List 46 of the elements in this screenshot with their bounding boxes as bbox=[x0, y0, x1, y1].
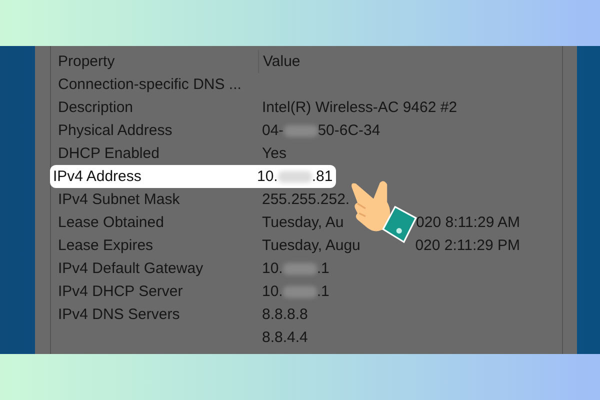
list-row[interactable]: Lease Obtained Tuesday, Au 020 8:11:29 AM bbox=[55, 211, 562, 234]
list-row[interactable]: Connection-specific DNS ... bbox=[55, 73, 562, 96]
property-value: 020 8:11:29 AM bbox=[416, 214, 520, 231]
list-row[interactable]: IPv4 DNS Servers 8.8.8.8 bbox=[55, 303, 562, 326]
list-row[interactable]: Lease Expires Tuesday, Augu 020 2:11:29 PM bbox=[55, 234, 562, 257]
list-row[interactable]: DHCP Enabled Yes bbox=[55, 142, 562, 165]
list-row[interactable]: IPv4 Default Gateway 10. .1 bbox=[55, 257, 562, 280]
blurred-value bbox=[284, 124, 318, 136]
property-name: IPv4 DHCP Server bbox=[58, 283, 183, 300]
property-value: 255.255.252. bbox=[262, 191, 350, 208]
property-value: .1 bbox=[316, 260, 330, 277]
blurred-value bbox=[282, 286, 317, 298]
property-value: .1 bbox=[316, 283, 330, 300]
blurred-value bbox=[282, 262, 317, 274]
property-name: Physical Address bbox=[58, 122, 172, 139]
property-value: 020 2:11:29 PM bbox=[415, 237, 520, 254]
property-name: IPv4 DNS Servers bbox=[58, 306, 180, 323]
property-value: Tuesday, Augu bbox=[262, 237, 360, 254]
blurred-value bbox=[278, 170, 312, 182]
property-value: Yes bbox=[262, 145, 286, 162]
column-header[interactable]: Value bbox=[259, 53, 521, 70]
property-value: 10. bbox=[262, 283, 283, 300]
property-name: IPv4 Address bbox=[53, 168, 142, 185]
property-value: 04- bbox=[262, 122, 284, 139]
property-name: IPv4 Default Gateway bbox=[58, 260, 204, 277]
list-row[interactable]: IPv4 DHCP Server 10. .1 bbox=[55, 280, 562, 303]
property-value: 10. bbox=[262, 260, 283, 277]
property-value: 50-6C-34 bbox=[318, 122, 380, 139]
property-value: 8.8.4.4 bbox=[262, 329, 308, 346]
property-value: Intel(R) Wireless-AC 9462 #2 bbox=[262, 99, 458, 116]
property-value: .81 bbox=[312, 168, 333, 185]
property-value: Tuesday, Au bbox=[262, 214, 344, 231]
property-value: 8.8.8.8 bbox=[262, 306, 308, 323]
property-name: Lease Obtained bbox=[58, 214, 164, 231]
list-row[interactable]: Physical Address 04- 50-6C-34 bbox=[55, 119, 562, 142]
property-name: Lease Expires bbox=[58, 237, 154, 254]
property-name: IPv4 Subnet Mask bbox=[58, 191, 180, 208]
list-row[interactable]: IPv4 Subnet Mask 255.255.252. bbox=[55, 188, 562, 211]
list-row[interactable]: 8.8.4.4 bbox=[55, 326, 562, 349]
list-row[interactable]: Description Intel(R) Wireless-AC 9462 #2 bbox=[55, 96, 562, 119]
property-name: DHCP Enabled bbox=[58, 145, 160, 162]
column-header[interactable]: Property bbox=[55, 50, 259, 73]
property-name: Description bbox=[58, 99, 134, 116]
list-row[interactable]: IPv4 Address 10. .81 bbox=[50, 165, 336, 188]
property-value: 10. bbox=[257, 168, 278, 185]
property-name: Connection-specific DNS ... bbox=[58, 76, 242, 93]
